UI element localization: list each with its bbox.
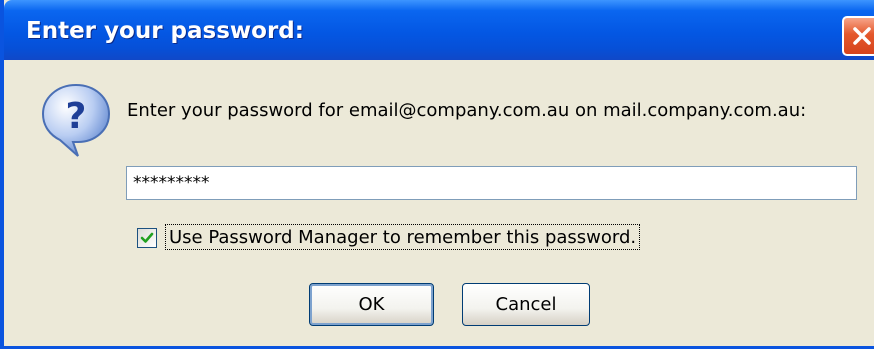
dialog-title: Enter your password: (26, 18, 304, 44)
title-bar[interactable]: Enter your password: (4, 0, 874, 60)
question-icon: ? (41, 83, 111, 157)
close-button[interactable] (842, 16, 874, 56)
password-prompt: Enter your password for email@company.co… (127, 100, 807, 121)
password-input[interactable] (126, 166, 857, 200)
cancel-button[interactable]: Cancel (462, 283, 590, 326)
close-icon (853, 27, 871, 45)
checkmark-icon (140, 232, 154, 243)
remember-checkbox[interactable] (137, 228, 157, 248)
remember-checkbox-label[interactable]: Use Password Manager to remember this pa… (165, 224, 641, 250)
svg-text:?: ? (66, 96, 87, 137)
password-dialog: Enter your password: ? Enter your passwo… (0, 0, 874, 349)
ok-button[interactable]: OK (309, 283, 434, 326)
